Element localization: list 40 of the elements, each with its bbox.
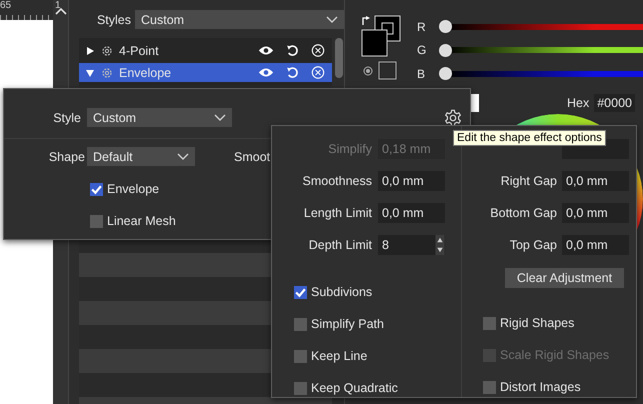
input-field[interactable]: 0,0 mm xyxy=(562,235,629,255)
input-field[interactable]: 0,0 mm xyxy=(378,171,445,191)
field-label: Length Limit xyxy=(302,206,372,220)
field-label: Smoot xyxy=(234,150,270,164)
checkbox[interactable]: Subdivions xyxy=(294,282,372,302)
checkbox[interactable]: Keep Line xyxy=(294,346,368,366)
input-field[interactable]: 8 xyxy=(378,235,445,255)
checkbox[interactable]: Keep Quadratic xyxy=(294,378,398,398)
style-dropdown[interactable]: Custom xyxy=(87,108,232,127)
input-field[interactable]: 0,0 mm xyxy=(562,203,629,223)
effect-name: 4-Point xyxy=(119,44,160,58)
field-label: Bottom Gap xyxy=(489,206,557,220)
input-field[interactable]: 0,0 mm xyxy=(562,171,629,191)
styles-dropdown[interactable]: Custom xyxy=(135,10,344,29)
effect-row[interactable]: 4-Point xyxy=(79,41,332,60)
checkbox[interactable]: Linear Mesh xyxy=(90,211,176,231)
shape-label: Shape xyxy=(48,150,85,164)
channel-label: G xyxy=(417,43,428,58)
checkbox[interactable]: Distort Images xyxy=(483,377,581,397)
clear-adjustment-button[interactable]: Clear Adjustment xyxy=(505,268,624,288)
field-label: Simplify xyxy=(327,142,372,156)
checkbox[interactable]: Simplify Path xyxy=(294,314,384,334)
field-label: Right Gap xyxy=(500,174,557,188)
field-label: Depth Limit xyxy=(308,238,372,252)
style-label: Style xyxy=(52,110,81,124)
hex-field[interactable]: #0000 xyxy=(594,94,635,112)
channel-label: B xyxy=(417,66,426,81)
input-field[interactable]: 0,0 mm xyxy=(378,203,445,223)
field-label: Top Gap xyxy=(508,238,557,252)
effect-name: Envelope xyxy=(119,66,172,80)
shape-dropdown[interactable]: Default xyxy=(87,147,195,166)
checkbox[interactable]: Envelope xyxy=(90,179,160,199)
channel-label: R xyxy=(417,20,427,34)
ruler-label: 1 xyxy=(55,0,61,11)
checkbox[interactable]: Rigid Shapes xyxy=(483,313,574,333)
hex-label: Hex xyxy=(567,96,590,110)
ruler-label: 65 xyxy=(0,0,12,11)
styles-label: Styles xyxy=(96,12,131,26)
field-label: Smoothness xyxy=(302,174,372,188)
tooltip: Edit the shape effect options xyxy=(453,130,606,146)
